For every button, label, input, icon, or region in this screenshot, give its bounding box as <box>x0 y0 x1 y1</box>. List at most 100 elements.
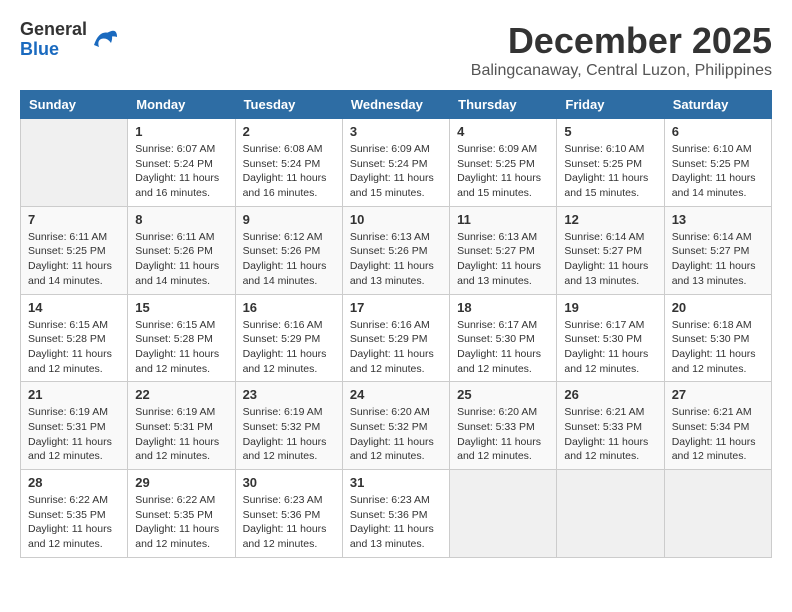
day-number: 14 <box>28 300 120 315</box>
location-title: Balingcanaway, Central Luzon, Philippine… <box>471 62 772 80</box>
day-info: Sunrise: 6:23 AMSunset: 5:36 PMDaylight:… <box>350 493 442 552</box>
calendar-cell: 15Sunrise: 6:15 AMSunset: 5:28 PMDayligh… <box>128 294 235 382</box>
calendar-week-row: 14 Sunrise: 6:15 AMSunset: 5:28 PMDayligh… <box>21 294 772 382</box>
calendar-cell <box>21 119 128 207</box>
calendar-cell: 31 Sunrise: 6:23 AMSunset: 5:36 PMDayligh… <box>342 470 449 558</box>
day-info: Sunrise: 6:13 AMSunset: 5:26 PMDaylight:… <box>350 230 442 289</box>
day-number: 21 <box>28 387 120 402</box>
day-info: Sunrise: 6:15 AMSunset: 5:28 PMDaylight:… <box>135 318 227 377</box>
day-info: Sunrise: 6:09 AMSunset: 5:24 PMDaylight:… <box>350 142 442 201</box>
calendar-week-row: 21 Sunrise: 6:19 AMSunset: 5:31 PMDayligh… <box>21 382 772 470</box>
day-number: 2 <box>243 124 335 139</box>
calendar-cell: 7 Sunrise: 6:11 AMSunset: 5:25 PMDaylight… <box>21 206 128 294</box>
day-number: 19 <box>564 300 656 315</box>
calendar-cell: 20 Sunrise: 6:18 AMSunset: 5:30 PMDayligh… <box>664 294 771 382</box>
calendar-cell <box>450 470 557 558</box>
day-number: 17 <box>350 300 442 315</box>
calendar-cell: 30 Sunrise: 6:23 AMSunset: 5:36 PMDayligh… <box>235 470 342 558</box>
calendar-week-row: 1 Sunrise: 6:07 AMSunset: 5:24 PMDaylight… <box>21 119 772 207</box>
calendar-cell: 2 Sunrise: 6:08 AMSunset: 5:24 PMDaylight… <box>235 119 342 207</box>
day-info: Sunrise: 6:19 AMSunset: 5:31 PMDaylight:… <box>28 405 120 464</box>
day-number: 1 <box>135 124 227 139</box>
calendar-header-row: SundayMondayTuesdayWednesdayThursdayFrid… <box>21 91 772 119</box>
calendar-cell <box>664 470 771 558</box>
day-number: 30 <box>243 475 335 490</box>
day-info: Sunrise: 6:08 AMSunset: 5:24 PMDaylight:… <box>243 142 335 201</box>
day-number: 7 <box>28 212 120 227</box>
calendar-cell: 6 Sunrise: 6:10 AMSunset: 5:25 PMDaylight… <box>664 119 771 207</box>
day-info: Sunrise: 6:21 AMSunset: 5:34 PMDaylight:… <box>672 405 764 464</box>
calendar-cell: 4 Sunrise: 6:09 AMSunset: 5:25 PMDaylight… <box>450 119 557 207</box>
day-number: 29 <box>135 475 227 490</box>
day-number: 9 <box>243 212 335 227</box>
calendar-cell: 25 Sunrise: 6:20 AMSunset: 5:33 PMDayligh… <box>450 382 557 470</box>
day-info: Sunrise: 6:09 AMSunset: 5:25 PMDaylight:… <box>457 142 549 201</box>
day-info: Sunrise: 6:07 AMSunset: 5:24 PMDaylight:… <box>135 142 227 201</box>
calendar-cell: 27 Sunrise: 6:21 AMSunset: 5:34 PMDayligh… <box>664 382 771 470</box>
logo: General Blue <box>20 20 119 60</box>
calendar-cell: 23Sunrise: 6:19 AMSunset: 5:32 PMDayligh… <box>235 382 342 470</box>
calendar-cell: 1 Sunrise: 6:07 AMSunset: 5:24 PMDaylight… <box>128 119 235 207</box>
day-info: Sunrise: 6:11 AMSunset: 5:26 PMDaylight:… <box>135 230 227 289</box>
header-wednesday: Wednesday <box>342 91 449 119</box>
day-info: Sunrise: 6:20 AMSunset: 5:33 PMDaylight:… <box>457 405 549 464</box>
day-info: Sunrise: 6:16 AMSunset: 5:29 PMDaylight:… <box>350 318 442 377</box>
day-number: 24 <box>350 387 442 402</box>
calendar-cell: 28 Sunrise: 6:22 AMSunset: 5:35 PMDayligh… <box>21 470 128 558</box>
day-info: Sunrise: 6:17 AMSunset: 5:30 PMDaylight:… <box>457 318 549 377</box>
day-number: 16 <box>243 300 335 315</box>
day-number: 22 <box>135 387 227 402</box>
day-number: 25 <box>457 387 549 402</box>
day-number: 27 <box>672 387 764 402</box>
calendar-week-row: 28 Sunrise: 6:22 AMSunset: 5:35 PMDayligh… <box>21 470 772 558</box>
day-number: 11 <box>457 212 549 227</box>
header: General Blue December 2025 Balingcanaway… <box>20 20 772 80</box>
calendar-cell: 19 Sunrise: 6:17 AMSunset: 5:30 PMDayligh… <box>557 294 664 382</box>
calendar-cell: 11 Sunrise: 6:13 AMSunset: 5:27 PMDayligh… <box>450 206 557 294</box>
day-number: 26 <box>564 387 656 402</box>
calendar-cell: 14 Sunrise: 6:15 AMSunset: 5:28 PMDayligh… <box>21 294 128 382</box>
day-number: 28 <box>28 475 120 490</box>
day-info: Sunrise: 6:17 AMSunset: 5:30 PMDaylight:… <box>564 318 656 377</box>
day-info: Sunrise: 6:13 AMSunset: 5:27 PMDaylight:… <box>457 230 549 289</box>
calendar-cell: 17 Sunrise: 6:16 AMSunset: 5:29 PMDayligh… <box>342 294 449 382</box>
calendar-cell: 5 Sunrise: 6:10 AMSunset: 5:25 PMDaylight… <box>557 119 664 207</box>
calendar-cell: 8Sunrise: 6:11 AMSunset: 5:26 PMDaylight… <box>128 206 235 294</box>
day-number: 4 <box>457 124 549 139</box>
day-number: 3 <box>350 124 442 139</box>
header-friday: Friday <box>557 91 664 119</box>
calendar-cell: 13Sunrise: 6:14 AMSunset: 5:27 PMDayligh… <box>664 206 771 294</box>
calendar-cell: 10Sunrise: 6:13 AMSunset: 5:26 PMDayligh… <box>342 206 449 294</box>
header-tuesday: Tuesday <box>235 91 342 119</box>
day-number: 6 <box>672 124 764 139</box>
day-number: 20 <box>672 300 764 315</box>
header-monday: Monday <box>128 91 235 119</box>
day-info: Sunrise: 6:18 AMSunset: 5:30 PMDaylight:… <box>672 318 764 377</box>
day-info: Sunrise: 6:11 AMSunset: 5:25 PMDaylight:… <box>28 230 120 289</box>
day-info: Sunrise: 6:23 AMSunset: 5:36 PMDaylight:… <box>243 493 335 552</box>
day-info: Sunrise: 6:15 AMSunset: 5:28 PMDaylight:… <box>28 318 120 377</box>
calendar-cell: 26Sunrise: 6:21 AMSunset: 5:33 PMDayligh… <box>557 382 664 470</box>
calendar-cell: 29Sunrise: 6:22 AMSunset: 5:35 PMDayligh… <box>128 470 235 558</box>
day-info: Sunrise: 6:22 AMSunset: 5:35 PMDaylight:… <box>28 493 120 552</box>
day-number: 31 <box>350 475 442 490</box>
calendar-cell: 22Sunrise: 6:19 AMSunset: 5:31 PMDayligh… <box>128 382 235 470</box>
calendar-cell: 21 Sunrise: 6:19 AMSunset: 5:31 PMDayligh… <box>21 382 128 470</box>
day-info: Sunrise: 6:16 AMSunset: 5:29 PMDaylight:… <box>243 318 335 377</box>
calendar-cell <box>557 470 664 558</box>
calendar-cell: 18 Sunrise: 6:17 AMSunset: 5:30 PMDayligh… <box>450 294 557 382</box>
month-title: December 2025 <box>471 20 772 62</box>
day-number: 5 <box>564 124 656 139</box>
day-number: 18 <box>457 300 549 315</box>
calendar-cell: 9Sunrise: 6:12 AMSunset: 5:26 PMDaylight… <box>235 206 342 294</box>
day-info: Sunrise: 6:10 AMSunset: 5:25 PMDaylight:… <box>564 142 656 201</box>
header-saturday: Saturday <box>664 91 771 119</box>
day-info: Sunrise: 6:10 AMSunset: 5:25 PMDaylight:… <box>672 142 764 201</box>
day-info: Sunrise: 6:14 AMSunset: 5:27 PMDaylight:… <box>672 230 764 289</box>
logo-general-text: General <box>20 20 87 40</box>
calendar-cell: 16 Sunrise: 6:16 AMSunset: 5:29 PMDayligh… <box>235 294 342 382</box>
calendar-week-row: 7 Sunrise: 6:11 AMSunset: 5:25 PMDaylight… <box>21 206 772 294</box>
header-thursday: Thursday <box>450 91 557 119</box>
calendar-cell: 24Sunrise: 6:20 AMSunset: 5:32 PMDayligh… <box>342 382 449 470</box>
header-sunday: Sunday <box>21 91 128 119</box>
